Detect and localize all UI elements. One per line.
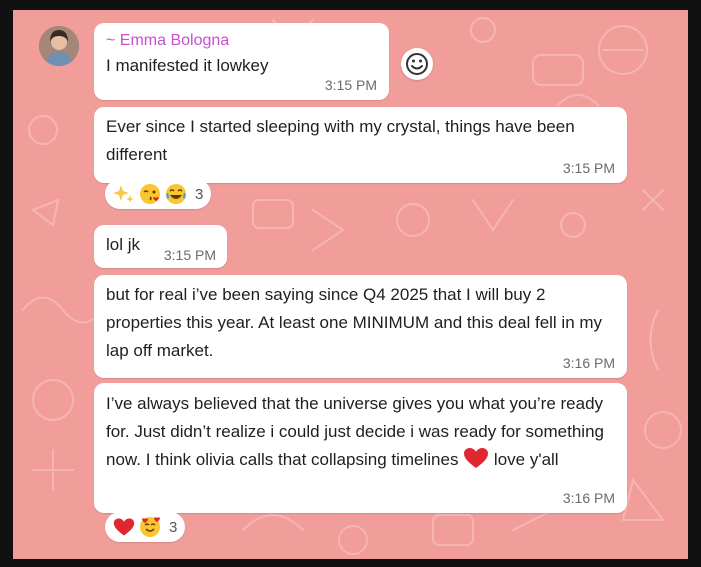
sender-name[interactable]: ~ Emma Bologna — [106, 30, 377, 52]
message-reactions[interactable]: 3 — [105, 512, 186, 542]
message-text: but for real i’ve been saying since Q4 2… — [106, 285, 603, 360]
message-bubble[interactable]: ~ Emma Bologna I manifested it lowkey 3:… — [94, 23, 389, 100]
reaction-count: 3 — [169, 518, 178, 536]
message-bubble[interactable]: I’ve always believed that the universe g… — [94, 383, 627, 513]
message-text: I’ve always believed that the universe g… — [106, 390, 615, 474]
red-heart-emoji — [464, 448, 489, 468]
message-reactions[interactable]: 3 — [105, 179, 212, 209]
message-bubble[interactable]: lol jk 3:15 PM — [94, 225, 227, 268]
message-bubble[interactable]: Ever since I started sleeping with my cr… — [94, 107, 627, 183]
sparkles-emoji — [113, 185, 134, 203]
avatar-photo — [39, 26, 79, 66]
message-timestamp: 3:15 PM — [562, 160, 615, 176]
message-timestamp: 3:15 PM — [324, 77, 377, 93]
smiley-icon — [406, 53, 428, 75]
message-timestamp: 3:16 PM — [562, 355, 615, 371]
smiling-face-with-hearts-emoji — [140, 517, 160, 537]
tears-of-joy-emoji — [166, 184, 186, 204]
message-timestamp: 3:16 PM — [562, 490, 615, 506]
add-reaction-button[interactable] — [401, 48, 433, 80]
reaction-count: 3 — [195, 185, 204, 203]
winking-kiss-emoji — [140, 184, 160, 204]
chat-panel: ~ Emma Bologna I manifested it lowkey 3:… — [13, 10, 688, 559]
message-timestamp: 3:15 PM — [163, 247, 216, 263]
sender-avatar[interactable] — [39, 26, 79, 66]
message-text-part: love y'all — [489, 450, 559, 469]
message-bubble[interactable]: but for real i’ve been saying since Q4 2… — [94, 275, 627, 378]
message-text: Ever since I started sleeping with my cr… — [106, 117, 575, 164]
red-heart-emoji — [113, 518, 135, 536]
message-text: I manifested it lowkey — [106, 56, 269, 75]
